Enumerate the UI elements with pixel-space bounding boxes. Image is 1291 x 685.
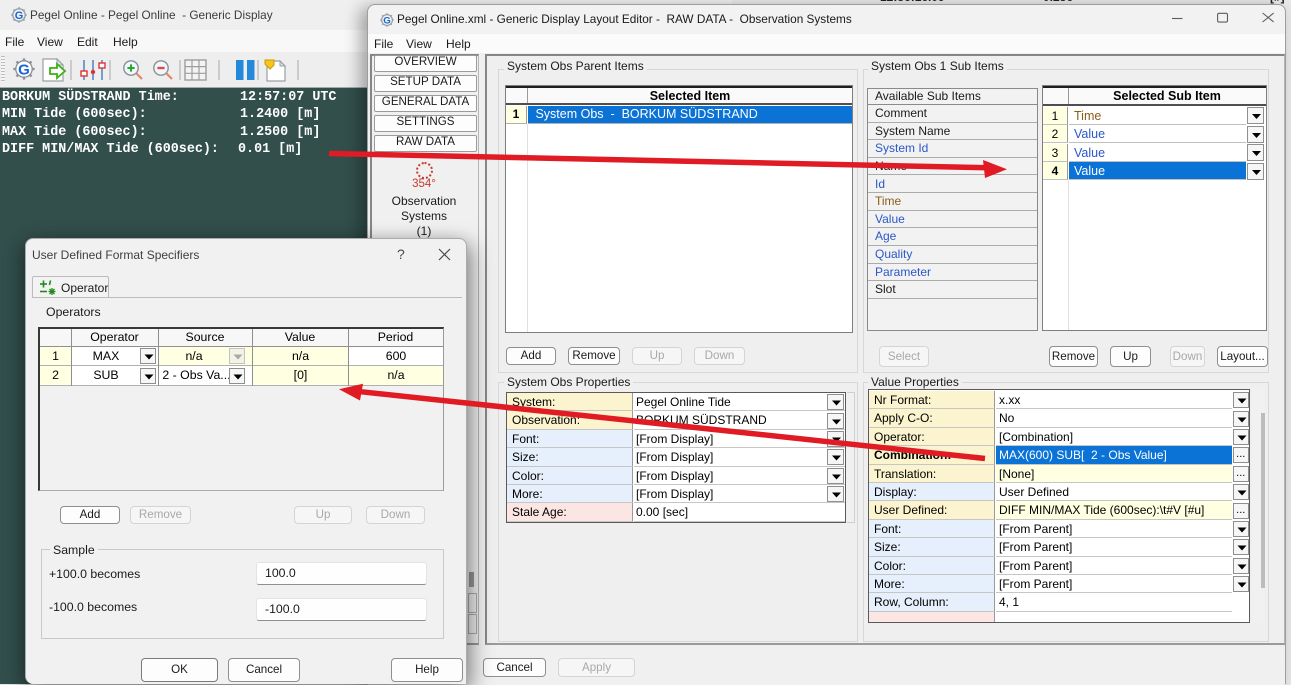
svg-text:G: G [15,10,24,22]
svg-text:G: G [383,16,390,27]
svg-text:G: G [18,61,30,78]
